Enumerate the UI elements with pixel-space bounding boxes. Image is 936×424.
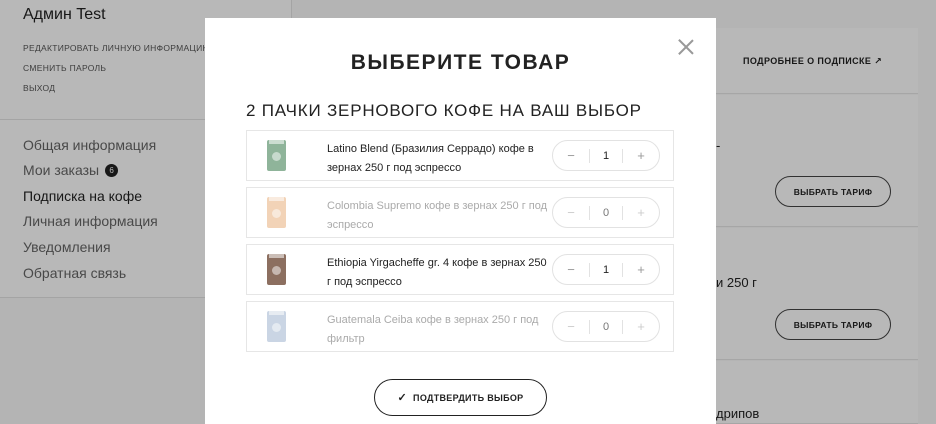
- increase-button[interactable]: +: [623, 148, 659, 163]
- decrease-button[interactable]: −: [553, 148, 589, 163]
- modal-title: ВЫБЕРИТЕ ТОВАР: [350, 51, 571, 74]
- quantity-stepper: −1 +: [552, 254, 660, 285]
- product-select-modal: ВЫБЕРИТЕ ТОВАР 2 ПАЧКИ ЗЕРНОВОГО КОФЕ НА…: [205, 18, 716, 424]
- product-name: Ethiopia Yirgacheffe gr. 4 кофе в зернах…: [327, 257, 547, 288]
- quantity-stepper: −0 +: [552, 197, 660, 228]
- increase-button[interactable]: +: [623, 205, 659, 220]
- modal-subtitle: 2 ПАЧКИ ЗЕРНОВОГО КОФЕ НА ВАШ ВЫБОР: [246, 101, 642, 120]
- product-name: Latino Blend (Бразилия Серрадо) кофе в з…: [327, 143, 534, 174]
- quantity-value: 0: [589, 319, 623, 334]
- quantity-value: 1: [589, 262, 623, 277]
- decrease-button[interactable]: −: [553, 205, 589, 220]
- product-row: Colombia Supremo кофе в зернах 250 г под…: [246, 187, 674, 238]
- quantity-stepper: −1 +: [552, 140, 660, 171]
- coffee-bag-image: [267, 140, 286, 171]
- quantity-stepper: −0 +: [552, 311, 660, 342]
- product-name: Guatemala Ceiba кофе в зернах 250 г под …: [327, 314, 539, 345]
- quantity-value: 0: [589, 205, 623, 220]
- decrease-button[interactable]: −: [553, 319, 589, 334]
- coffee-bag-image: [267, 197, 286, 228]
- confirm-selection-button[interactable]: ✓ ПОДТВЕРДИТЬ ВЫБОР: [374, 379, 547, 416]
- decrease-button[interactable]: −: [553, 262, 589, 277]
- quantity-value: 1: [589, 148, 623, 163]
- coffee-bag-image: [267, 311, 286, 342]
- increase-button[interactable]: +: [623, 262, 659, 277]
- product-row: Latino Blend (Бразилия Серрадо) кофе в з…: [246, 130, 674, 181]
- product-row: Guatemala Ceiba кофе в зернах 250 г под …: [246, 301, 674, 352]
- coffee-bag-image: [267, 254, 286, 285]
- product-row: Ethiopia Yirgacheffe gr. 4 кофе в зернах…: [246, 244, 674, 295]
- check-icon: ✓: [397, 392, 408, 404]
- product-name: Colombia Supremo кофе в зернах 250 г под…: [327, 200, 548, 231]
- increase-button[interactable]: +: [623, 319, 659, 334]
